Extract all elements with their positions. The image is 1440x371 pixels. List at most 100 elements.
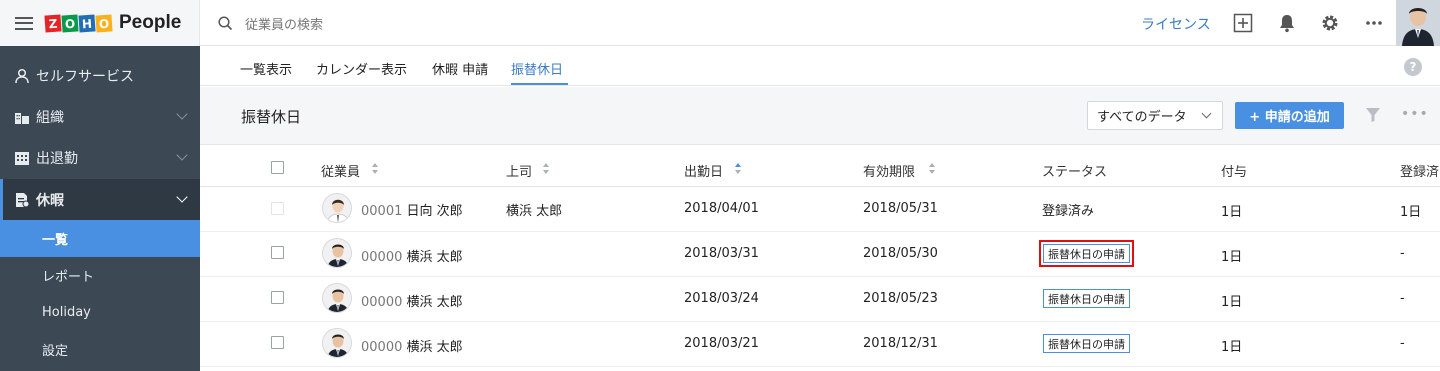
search-bar[interactable]: 従業員の検索 xyxy=(218,14,323,33)
employee-id: 00000 xyxy=(361,250,403,265)
chevron-down-icon xyxy=(176,191,188,203)
column-header-work-date[interactable]: 出勤日 xyxy=(684,161,723,180)
column-header-expiry[interactable]: 有効期限 xyxy=(863,161,915,180)
sidebar-item-leave[interactable]: 休暇 xyxy=(0,179,200,220)
column-header-granted[interactable]: 付与 xyxy=(1221,161,1247,180)
tab-list-view[interactable]: 一覧表示 xyxy=(240,59,292,78)
row-checkbox[interactable] xyxy=(271,246,284,259)
more-options-icon[interactable]: ••• xyxy=(1401,106,1429,122)
registered-cell: - xyxy=(1400,246,1405,261)
top-bar: Z O H O People 従業員の検索 ライセンス xyxy=(0,0,1440,46)
employee-cell[interactable]: 00000 横浜 太郎 xyxy=(361,291,463,310)
license-link[interactable]: ライセンス xyxy=(1141,14,1211,34)
row-checkbox xyxy=(271,202,284,215)
brand-area: Z O H O People xyxy=(0,0,200,46)
sidebar-item-label: 出退勤 xyxy=(36,150,78,167)
select-all-checkbox[interactable] xyxy=(271,161,284,174)
work-date-cell: 2018/04/01 xyxy=(684,201,759,216)
sidebar-subitem-report[interactable]: レポート xyxy=(0,257,200,294)
employee-name: 横浜 太郎 xyxy=(406,340,463,355)
sidebar-item-label: セルフサービス xyxy=(36,68,134,85)
employee-avatar xyxy=(322,328,352,358)
employee-avatar xyxy=(322,193,352,223)
sidebar-item-label: 休暇 xyxy=(36,192,64,209)
table-header xyxy=(200,146,1440,187)
bell-icon[interactable] xyxy=(1277,13,1297,33)
chevron-down-icon xyxy=(176,149,188,161)
sidebar-subitem-holiday[interactable]: Holiday xyxy=(0,294,200,331)
column-header-manager[interactable]: 上司 xyxy=(506,161,532,180)
employee-id: 00000 xyxy=(361,340,403,355)
logo-letter: Z xyxy=(44,13,62,33)
search-icon xyxy=(218,16,233,31)
sidebar-item-attendance[interactable]: 出退勤 xyxy=(0,137,200,178)
column-header-employee[interactable]: 従業員 xyxy=(321,161,360,180)
granted-cell: 1日 xyxy=(1221,250,1243,265)
add-request-button[interactable]: + 申請の追加 xyxy=(1235,102,1344,129)
user-avatar[interactable] xyxy=(1396,0,1440,46)
chevron-down-icon xyxy=(1201,108,1212,119)
zoho-logo[interactable]: Z O H O xyxy=(44,13,113,33)
sort-icon[interactable] xyxy=(929,163,935,174)
sort-icon[interactable] xyxy=(543,163,549,174)
employee-name: 日向 次郎 xyxy=(406,204,463,219)
employee-cell[interactable]: 00000 横浜 太郎 xyxy=(361,246,463,265)
tab-compensatory-off[interactable]: 振替休日 xyxy=(511,59,563,78)
column-header-status[interactable]: ステータス xyxy=(1042,161,1107,180)
employee-name: 横浜 太郎 xyxy=(406,295,463,310)
sidebar-item-organization[interactable]: 組織 xyxy=(0,96,200,137)
sidebar-item-label: 組織 xyxy=(36,109,64,126)
leave-icon xyxy=(16,192,30,207)
granted-cell: 1日 xyxy=(1221,340,1243,355)
employee-name: 横浜 太郎 xyxy=(406,250,463,265)
gear-icon[interactable] xyxy=(1320,13,1340,33)
employee-avatar xyxy=(322,238,352,268)
expiry-cell: 2018/05/30 xyxy=(863,246,938,261)
column-header-registered[interactable]: 登録済 xyxy=(1400,161,1439,180)
status-badge[interactable]: 振替休日の申請 xyxy=(1043,334,1130,353)
sidebar-item-self-service[interactable]: セルフサービス xyxy=(0,55,200,96)
add-square-icon[interactable] xyxy=(1233,13,1253,33)
registered-cell: - xyxy=(1400,336,1405,351)
manager-cell: 横浜 太郎 xyxy=(506,204,563,219)
logo-letter: O xyxy=(95,13,113,33)
sort-ascending-icon[interactable] xyxy=(735,163,741,174)
employee-cell[interactable]: 00001 日向 次郎 xyxy=(361,200,463,219)
sort-icon[interactable] xyxy=(372,163,378,174)
work-date-cell: 2018/03/31 xyxy=(684,246,759,261)
status-text: 登録済み xyxy=(1042,204,1095,219)
calendar-grid-icon xyxy=(15,151,29,165)
work-date-cell: 2018/03/21 xyxy=(684,336,759,351)
tab-calendar-view[interactable]: カレンダー表示 xyxy=(316,59,407,78)
logo-letter: O xyxy=(61,13,79,33)
sidebar-subitem-settings[interactable]: 設定 xyxy=(0,331,200,368)
employee-id: 00001 xyxy=(361,204,403,219)
person-icon xyxy=(15,68,29,83)
granted-cell: 1日 xyxy=(1221,205,1243,220)
sidebar-subitem-list[interactable]: 一覧 xyxy=(0,220,200,257)
help-icon[interactable]: ? xyxy=(1404,58,1422,76)
status-badge[interactable]: 振替休日の申請 xyxy=(1039,240,1134,267)
data-filter-dropdown[interactable]: すべてのデータ xyxy=(1087,101,1223,130)
work-date-cell: 2018/03/24 xyxy=(684,291,759,306)
tab-leave-request[interactable]: 休暇 申請 xyxy=(432,59,488,78)
data-filter-value: すべてのデータ xyxy=(1097,110,1187,125)
organization-icon xyxy=(15,112,29,124)
logo-letter: H xyxy=(78,13,96,33)
row-checkbox[interactable] xyxy=(271,291,284,304)
granted-cell: 1日 xyxy=(1221,295,1243,310)
active-tab-indicator xyxy=(511,83,568,85)
row-checkbox[interactable] xyxy=(271,336,284,349)
filter-icon[interactable] xyxy=(1365,107,1381,123)
page-title: 振替休日 xyxy=(241,108,302,126)
employee-id: 00000 xyxy=(361,295,403,310)
expiry-cell: 2018/05/31 xyxy=(863,201,938,216)
search-input[interactable]: 従業員の検索 xyxy=(245,14,323,33)
employee-cell[interactable]: 00000 横浜 太郎 xyxy=(361,336,463,355)
registered-cell: 1日 xyxy=(1400,205,1422,220)
expiry-cell: 2018/05/23 xyxy=(863,291,938,306)
registered-cell: - xyxy=(1400,291,1405,306)
more-icon[interactable] xyxy=(1364,13,1384,33)
status-badge[interactable]: 振替休日の申請 xyxy=(1043,289,1130,308)
hamburger-menu-icon[interactable] xyxy=(15,16,33,30)
